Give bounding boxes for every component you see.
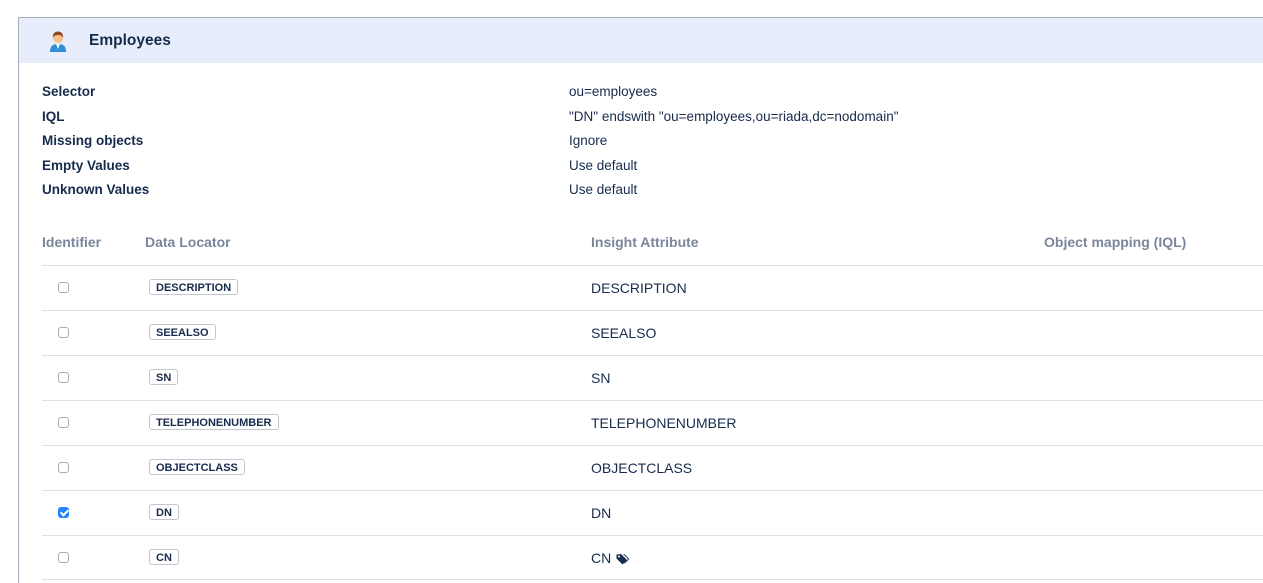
insight-attribute-label: OBJECTCLASS xyxy=(591,460,693,476)
insight-attribute: CN xyxy=(591,550,630,566)
property-value: "DN" endswith "ou=employees,ou=riada,dc=… xyxy=(569,108,899,124)
property-empty-values: Empty Values Use default xyxy=(42,158,1242,183)
data-locator-tag: CN xyxy=(149,549,179,565)
table-row: TELEPHONENUMBER TELEPHONENUMBER xyxy=(42,400,1263,445)
column-header-identifier: Identifier xyxy=(42,234,102,250)
data-locator-tag: OBJECTCLASS xyxy=(149,459,245,475)
property-label: Unknown Values xyxy=(42,182,150,197)
insight-attribute-label: SEEALSO xyxy=(591,325,657,341)
property-value: ou=employees xyxy=(569,84,658,99)
insight-attribute-label: DN xyxy=(591,505,612,521)
insight-attribute-label: TELEPHONENUMBER xyxy=(591,415,737,431)
table-row: CN CN xyxy=(42,535,1263,580)
column-header-object-mapping: Object mapping (IQL) xyxy=(1044,234,1187,250)
property-value: Ignore xyxy=(569,133,608,148)
insight-attribute: OBJECTCLASS xyxy=(591,460,692,476)
table-header: Identifier Data Locator Insight Attribut… xyxy=(42,230,1263,265)
insight-attribute: DN xyxy=(591,505,611,521)
property-unknown-values: Unknown Values Use default xyxy=(42,182,1242,207)
identifier-checkbox[interactable] xyxy=(58,372,69,383)
label-tag-icon xyxy=(616,552,630,565)
identifier-checkbox[interactable] xyxy=(58,462,69,473)
property-label: IQL xyxy=(42,108,65,124)
user-avatar-icon xyxy=(47,30,69,52)
data-locator-tag: DESCRIPTION xyxy=(149,279,239,295)
insight-attribute: SN xyxy=(591,370,610,386)
column-header-insight-attribute: Insight Attribute xyxy=(591,234,699,250)
identifier-checkbox[interactable] xyxy=(58,327,69,338)
property-label: Selector xyxy=(42,84,96,99)
property-label: Empty Values xyxy=(42,157,130,173)
identifier-checkbox[interactable] xyxy=(58,417,69,428)
property-value: Use default xyxy=(569,182,638,197)
property-missing-objects: Missing objects Ignore xyxy=(42,133,1242,158)
employees-panel: Employees Selector ou=employees IQL "DN"… xyxy=(18,17,1263,583)
data-locator-tag: SN xyxy=(149,369,179,385)
table-row: SN SN xyxy=(42,355,1263,400)
data-locator-tag: DN xyxy=(149,504,179,520)
insight-attribute-label: DESCRIPTION xyxy=(591,280,687,296)
property-label: Missing objects xyxy=(42,133,144,148)
property-value: Use default xyxy=(569,157,638,173)
insight-attribute: TELEPHONENUMBER xyxy=(591,415,736,431)
insight-attribute: SEEALSO xyxy=(591,325,656,341)
import-properties: Selector ou=employees IQL "DN" endswith … xyxy=(42,84,1242,207)
insight-attribute: DESCRIPTION xyxy=(591,280,687,296)
table-row: OBJECTCLASS OBJECTCLASS xyxy=(42,445,1263,490)
property-selector: Selector ou=employees xyxy=(42,84,1242,109)
data-locator-tag: TELEPHONENUMBER xyxy=(149,414,279,430)
insight-attribute-label: SN xyxy=(591,370,611,386)
table-row: DESCRIPTION DESCRIPTION xyxy=(42,265,1263,310)
insight-attribute-label: CN xyxy=(591,550,612,566)
table-row: SEEALSO SEEALSO xyxy=(42,310,1263,355)
attribute-mapping-table: Identifier Data Locator Insight Attribut… xyxy=(42,230,1263,580)
identifier-checkbox-checked[interactable] xyxy=(58,507,69,518)
identifier-checkbox[interactable] xyxy=(58,282,69,293)
property-iql: IQL "DN" endswith "ou=employees,ou=riada… xyxy=(42,109,1242,134)
identifier-checkbox[interactable] xyxy=(58,552,69,563)
data-locator-tag: SEEALSO xyxy=(149,324,216,340)
table-row: DN DN xyxy=(42,490,1263,535)
column-header-data-locator: Data Locator xyxy=(145,234,231,250)
panel-header: Employees xyxy=(19,18,1263,63)
panel-title: Employees xyxy=(89,31,171,49)
